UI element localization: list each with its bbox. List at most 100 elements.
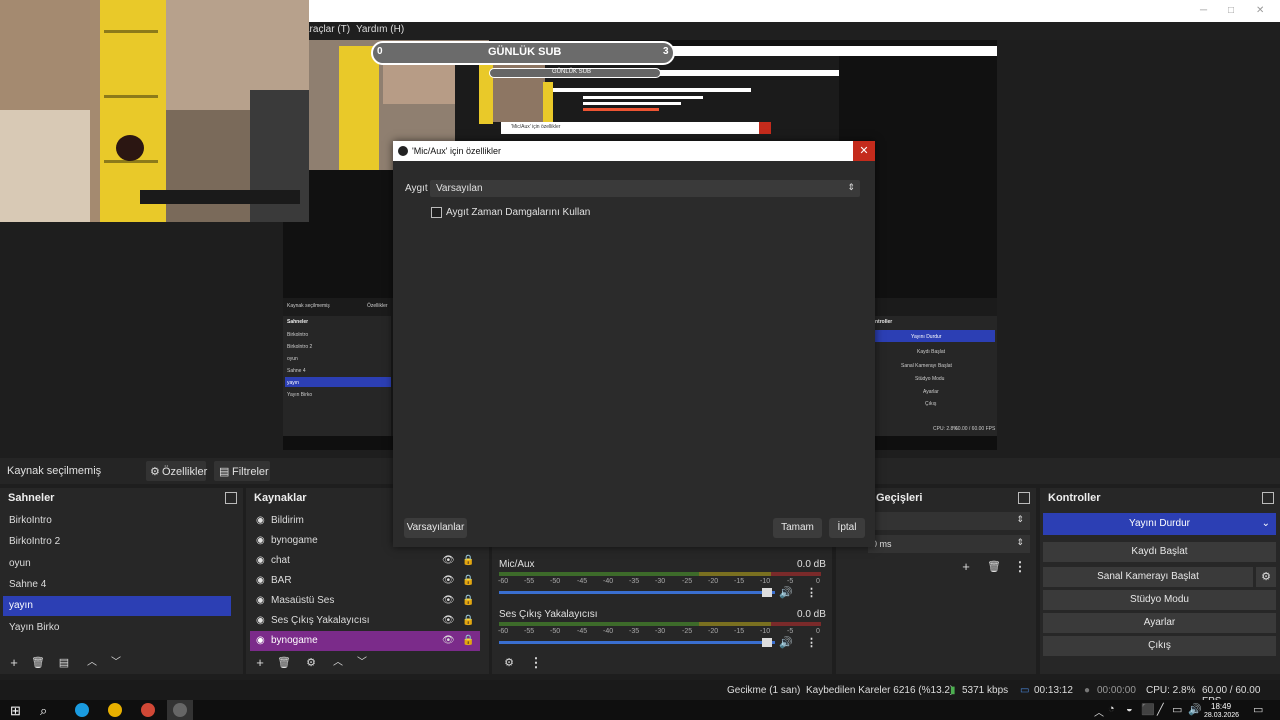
sub-goal-bar: 0 GÜNLÜK SUB 3 [371, 41, 675, 65]
chrome-alt-icon[interactable] [141, 703, 155, 717]
more-vertical-icon[interactable]: ⋮ [1011, 558, 1029, 576]
controls-title: Kontroller [1048, 492, 1101, 504]
volume-slider[interactable] [499, 591, 775, 594]
volume-icon[interactable]: 🔊 [1188, 703, 1202, 716]
tray-app-icon[interactable]: ◒ [1126, 703, 1133, 715]
duration-spinbox[interactable]: 0 ms ⇕ [868, 535, 1030, 553]
dock-float-icon[interactable] [225, 492, 237, 504]
remove-transition-icon[interactable]: 🗑 [985, 558, 1003, 576]
lock-icon[interactable]: 🔒 [462, 636, 474, 646]
tray-chevron-icon[interactable]: ︿ [1094, 704, 1104, 719]
mixer-channel-name: Ses Çıkış Yakalayıcısı [499, 609, 598, 620]
properties-dialog: 'Mic/Aux' için özellikler ✕ Aygıt Varsay… [393, 141, 875, 547]
notification-icon[interactable]: ▭ [1253, 703, 1263, 716]
settings-button[interactable]: Ayarlar [1043, 613, 1276, 633]
more-vertical-icon[interactable]: ⋮ [806, 636, 817, 649]
scene-item[interactable]: Sahne 4 [3, 575, 231, 595]
maximize-icon[interactable]: □ [1228, 5, 1234, 16]
remove-scene-icon[interactable]: 🗑 [29, 654, 47, 672]
source-item[interactable]: ◉ BAR 👁 🔒 [250, 571, 480, 591]
scene-item-selected[interactable]: yayın [3, 596, 231, 616]
lock-icon[interactable]: 🔒 [462, 576, 474, 586]
ok-button[interactable]: Tamam [773, 518, 822, 538]
dock-float-icon[interactable] [1018, 492, 1030, 504]
source-item-selected[interactable]: ◉ bynogame 👁 🔒 [250, 631, 480, 651]
speaker-icon[interactable]: 🔊 [779, 586, 793, 599]
visibility-eye-icon[interactable]: 👁 [442, 596, 455, 606]
scene-item[interactable]: BirkoIntro [3, 511, 231, 531]
virtual-camera-settings-icon[interactable]: ⚙ [1256, 567, 1276, 587]
filter-icon: ▤ [219, 466, 230, 478]
lock-icon[interactable]: 🔒 [462, 556, 474, 566]
transition-select[interactable]: ⇕ [868, 512, 1030, 530]
move-up-icon[interactable]: ︿ [83, 654, 101, 672]
tray-app-icon[interactable]: ╱ [1157, 703, 1164, 716]
advanced-audio-icon[interactable]: ⚙ [500, 654, 518, 672]
cancel-button[interactable]: İptal [829, 518, 865, 538]
dock-float-icon[interactable] [1262, 492, 1274, 504]
speaker-icon[interactable]: 🔊 [779, 636, 793, 649]
search-icon[interactable]: ⌕ [40, 703, 47, 719]
visibility-eye-icon[interactable]: 👁 [442, 556, 455, 566]
tray-app-icon[interactable]: ◔ [1108, 703, 1115, 715]
volume-slider-handle[interactable] [762, 638, 772, 647]
studio-mode-button[interactable]: Stüdyo Modu [1043, 590, 1276, 610]
visibility-eye-icon[interactable]: 👁 [442, 616, 455, 626]
more-vertical-icon[interactable]: ⋮ [527, 654, 545, 672]
add-scene-icon[interactable]: + [5, 654, 23, 672]
filters-button[interactable]: ▤ Filtreler [214, 461, 270, 481]
stop-stream-button[interactable]: Yayını Durdur ⌄ [1043, 513, 1276, 535]
lock-icon[interactable]: 🔒 [462, 596, 474, 606]
mixer-scale: -60 -55 -50 -45 -40 -35 -30 -25 -20 -15 -10 -5 0 [498, 578, 820, 585]
start-record-button[interactable]: Kaydı Başlat [1043, 542, 1276, 562]
network-icon[interactable]: ▭ [1172, 703, 1182, 716]
exit-button[interactable]: Çıkış [1043, 636, 1276, 656]
clock-date[interactable]: 28.03.2026 [1204, 712, 1239, 719]
move-down-icon[interactable]: ﹀ [107, 654, 125, 672]
source-item[interactable]: ◉ Ses Çıkış Yakalayıcısı 👁 🔒 [250, 611, 480, 631]
move-down-icon[interactable]: ﹀ [353, 654, 371, 672]
chrome-icon[interactable] [108, 703, 122, 717]
source-settings-icon[interactable]: ⚙ [302, 654, 320, 672]
source-item[interactable]: ◉ chat 👁 🔒 [250, 551, 480, 571]
menu-help[interactable]: Yardım (H) [356, 24, 404, 35]
tray-app-icon[interactable]: ⬛ [1141, 703, 1155, 716]
properties-button[interactable]: ⚙ Özellikler [146, 461, 207, 481]
obs-taskbar-button[interactable] [167, 700, 193, 720]
clock-time[interactable]: 18:49 [1211, 702, 1231, 711]
scene-filters-icon[interactable]: ▤ [55, 654, 73, 672]
scene-item[interactable]: oyun [3, 554, 231, 574]
menu-tools[interactable]: araçlar (T) [304, 24, 350, 35]
dialog-title-bar: 'Mic/Aux' için özellikler ✕ [393, 141, 875, 161]
source-type-icon: ◉ [256, 575, 265, 586]
timestamps-checkbox[interactable] [431, 207, 442, 218]
remove-source-icon[interactable]: 🗑 [275, 654, 293, 672]
menu-bar: araçlar (T) Yardım (H) [300, 22, 1280, 40]
more-vertical-icon[interactable]: ⋮ [806, 586, 817, 599]
visibility-eye-icon[interactable]: 👁 [442, 576, 455, 586]
close-window-icon[interactable]: ✕ [1256, 5, 1264, 16]
source-item[interactable]: ◉ Masaüstü Ses 👁 🔒 [250, 591, 480, 611]
obs-icon [173, 703, 187, 717]
visibility-eye-icon[interactable]: 👁 [442, 636, 455, 646]
defaults-button[interactable]: Varsayılanlar [404, 518, 467, 538]
virtual-camera-button[interactable]: Sanal Kamerayı Başlat [1043, 567, 1253, 587]
minimize-icon[interactable]: ─ [1200, 5, 1207, 16]
lock-icon[interactable]: 🔒 [462, 616, 474, 626]
source-type-icon: ◉ [256, 595, 265, 606]
volume-slider-handle[interactable] [762, 588, 772, 597]
scene-item[interactable]: Yayın Birko [3, 618, 231, 638]
source-type-icon: ◉ [256, 555, 265, 566]
add-transition-icon[interactable]: + [957, 558, 975, 576]
dialog-close-icon[interactable]: ✕ [853, 141, 875, 161]
device-select[interactable]: Varsayılan ⇕ [430, 180, 860, 197]
chevron-down-icon[interactable]: ⌄ [1262, 513, 1270, 535]
device-label: Aygıt [405, 183, 428, 194]
windows-start-icon[interactable]: ⊞ [10, 703, 21, 719]
add-source-icon[interactable]: + [251, 654, 269, 672]
volume-slider[interactable] [499, 641, 775, 644]
edge-icon[interactable] [75, 703, 89, 717]
signal-icon: ▮ [950, 685, 956, 696]
scene-item[interactable]: BirkoIntro 2 [3, 532, 231, 552]
move-up-icon[interactable]: ︿ [329, 654, 347, 672]
